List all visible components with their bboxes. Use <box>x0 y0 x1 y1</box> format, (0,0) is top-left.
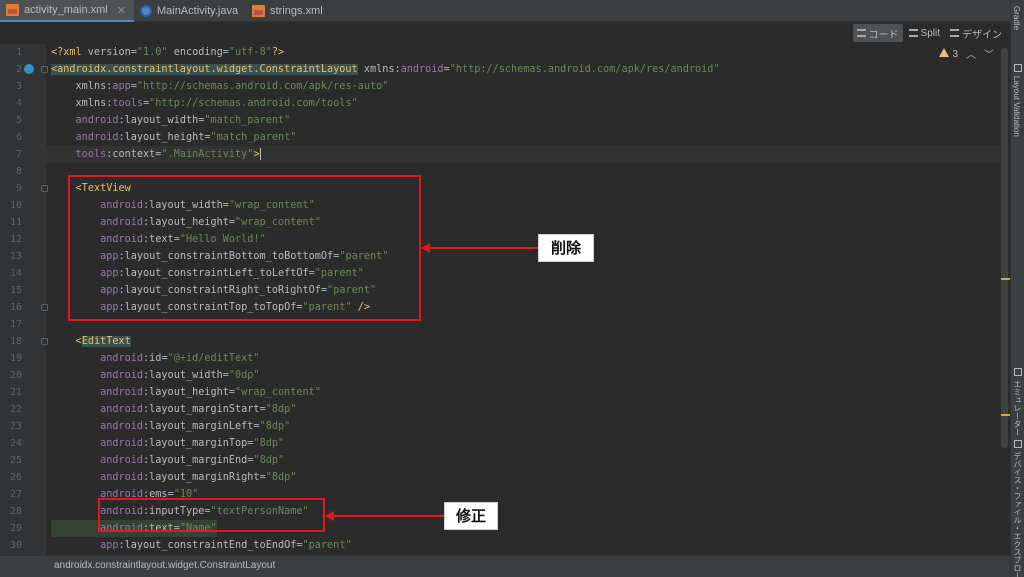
line-number: 27 <box>9 489 22 500</box>
inspection-widget[interactable]: 3 ︿ ﹀ <box>939 46 994 61</box>
xml-file-icon <box>252 5 266 17</box>
line-number: 14 <box>9 268 22 279</box>
delete-highlight-box <box>68 175 421 321</box>
tab-activity-main-xml[interactable]: activity_main.xml ✕ <box>0 0 134 22</box>
java-class-icon <box>139 5 152 17</box>
code-line: xmlns:app="http://schemas.android.com/ap… <box>75 81 389 92</box>
design-view-button[interactable]: デザイン <box>946 24 1006 42</box>
code-view-button[interactable]: コード <box>852 24 903 42</box>
delete-arrow <box>428 247 538 249</box>
line-number: 11 <box>9 217 22 228</box>
line-number: 25 <box>9 455 22 466</box>
gradle-tool-button[interactable]: Gradle <box>1012 6 1021 30</box>
modify-highlight-box <box>98 498 325 532</box>
code-line: <EditText <box>75 336 131 347</box>
vertical-scrollbar[interactable] <box>1000 44 1009 555</box>
right-tool-strip: Gradle Layout Validation エミュレーター デバイス・ファ… <box>1010 0 1024 577</box>
modify-arrow <box>332 515 444 517</box>
layout-validation-icon <box>1014 64 1022 72</box>
code-line: android:layout_marginRight="8dp" <box>100 472 297 483</box>
line-number: 3 <box>15 81 22 92</box>
warning-stripe-mark[interactable] <box>1001 414 1010 416</box>
tab-strings-xml[interactable]: strings.xml <box>246 0 331 22</box>
line-number: 5 <box>15 115 22 126</box>
emulator-tool-button[interactable]: エミュレーター <box>1012 380 1023 436</box>
line-number: 22 <box>9 404 22 415</box>
editor-view-bar: コード Split デザイン <box>0 22 1010 44</box>
modify-callout: 修正 <box>444 502 498 530</box>
code-line: android:layout_width="0dp" <box>100 370 260 381</box>
breadcrumb-item[interactable]: androidx.constraintlayout.widget.Constra… <box>54 560 275 571</box>
tab-main-activity-java[interactable]: MainActivity.java <box>134 0 246 22</box>
line-number: 9 <box>15 183 22 194</box>
code-view-icon <box>856 29 866 37</box>
emulator-icon <box>1014 368 1022 376</box>
text-caret <box>259 148 261 160</box>
line-number: 15 <box>9 285 22 296</box>
line-number: 21 <box>9 387 22 398</box>
line-number: 1 <box>15 47 22 58</box>
warning-count[interactable]: 3 <box>939 47 958 60</box>
code-line: app:layout_constraintEnd_toEndOf="parent… <box>100 540 352 551</box>
device-explorer-tool-button[interactable]: デバイス・ファイル・エクスプローラー <box>1012 452 1023 577</box>
line-number: 28 <box>9 506 22 517</box>
line-number: 20 <box>9 370 22 381</box>
line-number: 10 <box>9 200 22 211</box>
code-line: android:layout_marginStart="8dp" <box>100 404 297 415</box>
xml-file-icon <box>6 4 19 16</box>
warning-stripe-mark[interactable] <box>1001 278 1010 280</box>
line-number: 30 <box>9 540 22 551</box>
breadcrumb[interactable]: androidx.constraintlayout.widget.Constra… <box>0 555 1010 577</box>
modify-arrow-head <box>325 511 334 521</box>
code-line: android:layout_marginTop="8dp" <box>100 438 285 449</box>
code-line: android:layout_marginEnd="8dp" <box>100 455 285 466</box>
line-number: 23 <box>9 421 22 432</box>
close-icon[interactable]: ✕ <box>117 4 126 17</box>
code-line: tools:context=".MainActivity"> <box>75 148 261 160</box>
line-number: 29 <box>9 523 22 534</box>
code-line: xmlns:tools="http://schemas.android.com/… <box>75 98 358 109</box>
tab-label: activity_main.xml <box>24 4 108 16</box>
line-number: 8 <box>15 166 22 177</box>
class-gutter-icon[interactable] <box>24 64 34 74</box>
delete-callout: 削除 <box>538 234 594 262</box>
line-number: 17 <box>9 319 22 330</box>
line-number: 7 <box>15 149 22 160</box>
device-explorer-icon <box>1014 440 1022 448</box>
line-number: 16 <box>9 302 22 313</box>
line-number: 13 <box>9 251 22 262</box>
previous-highlight-icon[interactable]: ︿ <box>966 46 976 61</box>
view-mode-switcher: コード Split デザイン <box>852 22 1010 44</box>
line-number: 4 <box>15 98 22 109</box>
code-line: android:layout_marginLeft="8dp" <box>100 421 291 432</box>
editor-tab-bar: activity_main.xml ✕ MainActivity.java st… <box>0 0 1010 22</box>
scrollbar-thumb[interactable] <box>1001 48 1008 448</box>
line-number: 12 <box>9 234 22 245</box>
tab-label: strings.xml <box>270 5 323 17</box>
code-line: android:layout_width="match_parent" <box>75 115 291 126</box>
line-number-gutter: 1 2 3 4 5 6 7 8 9 10 11 12 13 14 15 16 17 18 19 20 21 22 23 24 2… <box>0 44 48 555</box>
code-line: android:layout_height="wrap_content" <box>100 387 321 398</box>
tab-label: MainActivity.java <box>156 5 239 17</box>
layout-validation-tool-button[interactable]: Layout Validation <box>1012 76 1021 137</box>
delete-arrow-head <box>421 243 430 253</box>
split-view-button[interactable]: Split <box>905 24 944 42</box>
line-number: 19 <box>9 353 22 364</box>
next-highlight-icon[interactable]: ﹀ <box>984 46 994 61</box>
code-line: android:layout_height="match_parent" <box>75 132 297 143</box>
line-number: 6 <box>15 132 22 143</box>
design-view-icon <box>950 29 959 37</box>
line-number: 24 <box>9 438 22 449</box>
code-line: <androidx.constraintlayout.widget.Constr… <box>51 64 720 75</box>
line-number: 18 <box>9 336 22 347</box>
warning-icon <box>939 47 950 57</box>
split-view-icon <box>908 29 918 37</box>
code-line: <?xml version="1.0" encoding="utf-8"?> <box>51 47 285 58</box>
line-number: 2 <box>15 64 22 75</box>
code-line: android:id="@+id/editText" <box>100 353 260 364</box>
line-number: 26 <box>9 472 22 483</box>
